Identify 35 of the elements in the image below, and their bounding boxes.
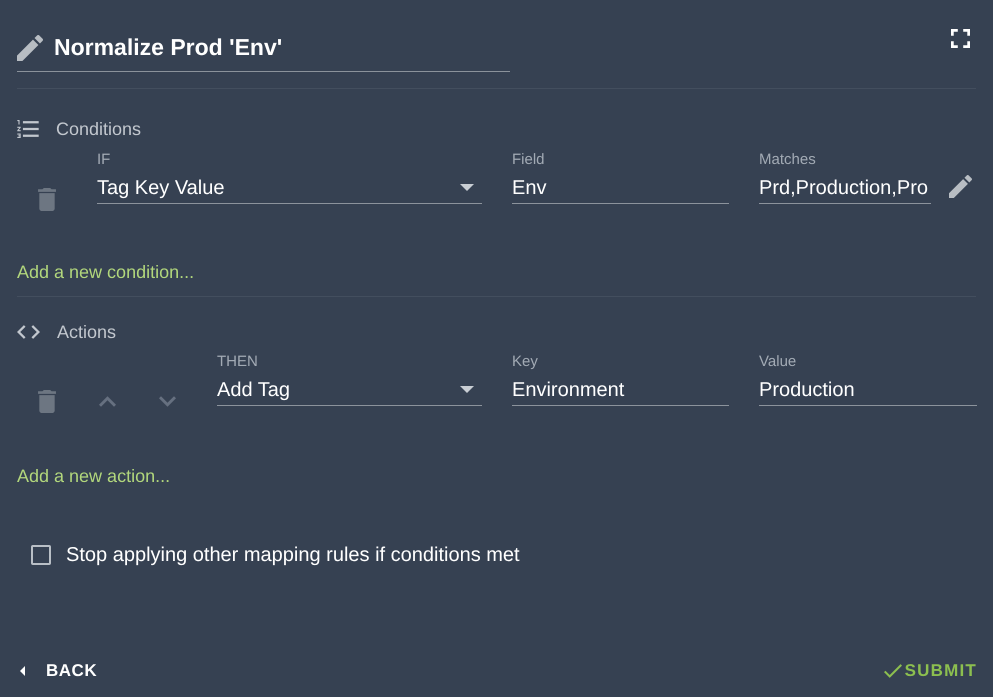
check-icon xyxy=(884,664,902,678)
field-label: Matches xyxy=(759,151,816,169)
pencil-icon xyxy=(17,34,43,60)
dropdown[interactable]: Add Tag xyxy=(217,371,482,406)
field-label: IF xyxy=(97,151,110,169)
checkbox-label: Stop applying other mapping rules if conditions met xyxy=(66,543,520,568)
pencil-icon xyxy=(948,175,972,198)
text-field[interactable]: Prd,Production,Pro xyxy=(759,169,931,204)
fullscreen-icon xyxy=(951,29,970,48)
submit-button[interactable]: SUBMIT xyxy=(884,653,977,689)
field-label: Key xyxy=(512,353,538,371)
fullscreen-button[interactable] xyxy=(951,29,970,48)
caret-icon xyxy=(460,386,474,393)
trash-icon xyxy=(38,390,56,412)
numbered-list-icon xyxy=(17,120,39,138)
back-button[interactable]: BACK xyxy=(20,653,98,689)
chevron-up-icon xyxy=(98,396,116,406)
add-link[interactable]: Add a new action... xyxy=(17,464,170,488)
checkbox[interactable] xyxy=(31,545,51,565)
caret-icon xyxy=(460,184,474,191)
section-heading: Conditions xyxy=(56,118,142,140)
trash-icon xyxy=(38,188,56,210)
caret-left-icon xyxy=(20,666,25,676)
field-label: THEN xyxy=(217,353,258,371)
text-field[interactable]: Environment xyxy=(512,371,729,406)
text-field[interactable]: Production xyxy=(759,371,977,406)
chevron-down-icon xyxy=(158,396,176,406)
title-field[interactable]: Normalize Prod 'Env' xyxy=(17,24,510,72)
field-label: Value xyxy=(759,353,796,371)
dropdown[interactable]: Tag Key Value xyxy=(97,169,482,204)
section-heading: Actions xyxy=(57,320,116,344)
code-icon xyxy=(17,325,40,339)
field-label: Field xyxy=(512,151,545,169)
add-link[interactable]: Add a new condition... xyxy=(17,260,194,284)
text-field[interactable]: Env xyxy=(512,169,729,204)
